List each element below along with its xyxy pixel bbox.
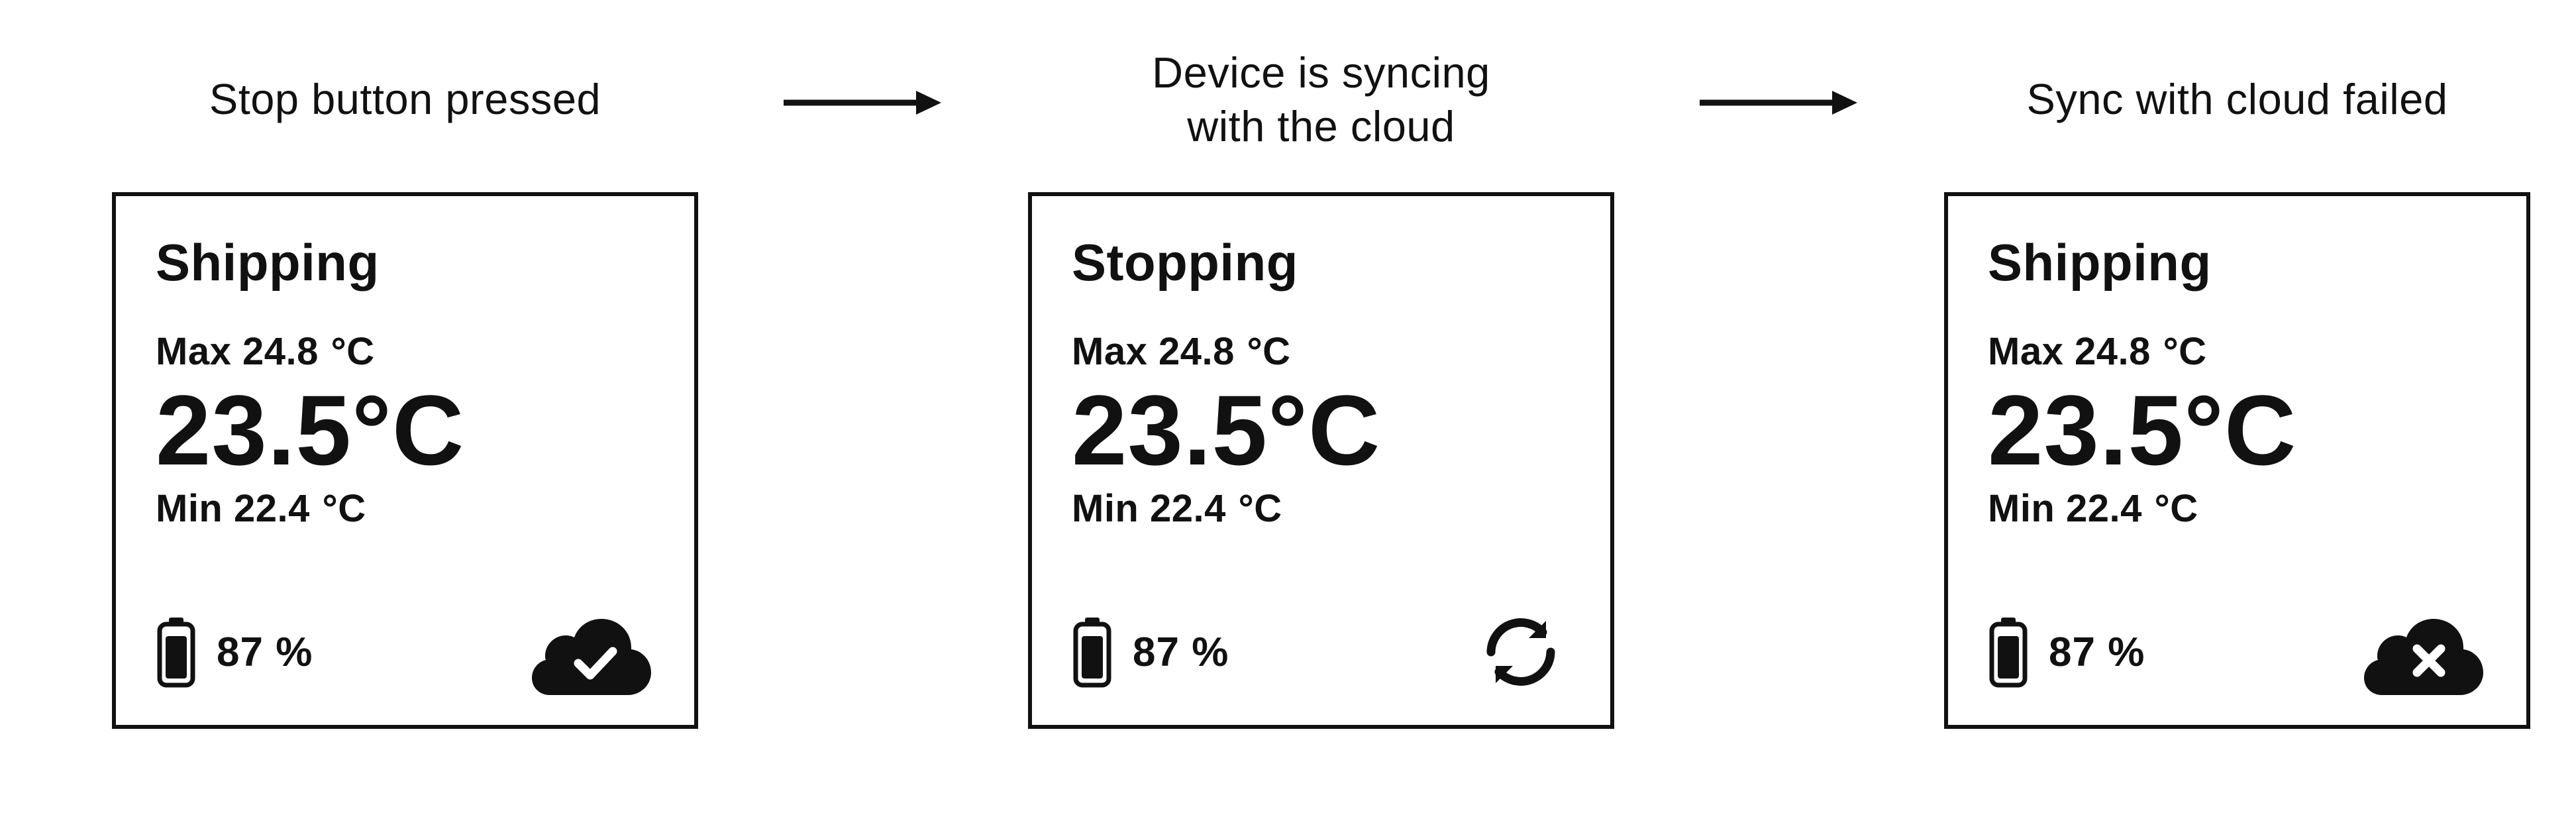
unit: °C: [2163, 330, 2206, 373]
cloud-ok-icon: [532, 609, 654, 695]
temperature-block: Max 24.8 °C 23.5°C Min 22.4 °C: [1988, 329, 2487, 531]
step-3: Sync with cloud failed Shipping Max 24.8…: [1892, 40, 2576, 729]
max-temp-line: Max 24.8 °C: [1988, 329, 2487, 374]
cloud-fail-icon: [2364, 609, 2487, 695]
min-label: Min: [1072, 487, 1139, 530]
unit: °C: [2184, 374, 2296, 486]
min-value: 22.4: [234, 487, 310, 530]
battery-icon: [156, 616, 197, 688]
footer-row: 87 %: [1072, 596, 1571, 695]
min-temp-line: Min 22.4 °C: [1072, 486, 1571, 531]
unit: °C: [1268, 374, 1380, 486]
status-text: Stopping: [1072, 233, 1571, 293]
main-temp: 23.5°C: [1988, 380, 2487, 480]
max-value: 24.8: [2075, 330, 2151, 373]
max-label: Max: [1072, 330, 1147, 373]
temperature-block: Max 24.8 °C 23.5°C Min 22.4 °C: [1072, 329, 1571, 531]
max-label: Max: [1988, 330, 2063, 373]
sync-icon: [1471, 609, 1571, 695]
arrow-2: [1667, 40, 1892, 123]
battery-percent: 87 %: [2049, 629, 2145, 676]
unit: °C: [331, 330, 374, 373]
battery-group: 87 %: [1072, 616, 1229, 688]
status-text: Shipping: [156, 233, 654, 293]
min-value: 22.4: [2066, 487, 2142, 530]
device-screen-1: Shipping Max 24.8 °C 23.5°C Min 22.4 °C: [112, 192, 698, 729]
max-temp-line: Max 24.8 °C: [156, 329, 654, 374]
unit: °C: [1239, 487, 1282, 530]
arrow-1: [750, 40, 976, 123]
arrow-right-icon: [777, 83, 949, 123]
temperature-block: Max 24.8 °C 23.5°C Min 22.4 °C: [156, 329, 654, 531]
unit: °C: [2155, 487, 2198, 530]
device-screen-3: Shipping Max 24.8 °C 23.5°C Min 22.4 °C: [1944, 192, 2530, 729]
max-label: Max: [156, 330, 231, 373]
max-value: 24.8: [1159, 330, 1235, 373]
min-label: Min: [1988, 487, 2055, 530]
max-value: 24.8: [242, 330, 319, 373]
main-temp: 23.5°C: [1072, 380, 1571, 480]
unit: °C: [1247, 330, 1290, 373]
battery-group: 87 %: [156, 616, 313, 688]
main-temp-value: 23.5: [156, 374, 352, 486]
min-label: Min: [156, 487, 223, 530]
diagram-stage: Stop button pressed Shipping Max 24.8 °C…: [0, 0, 2576, 813]
unit: °C: [323, 487, 366, 530]
battery-percent: 87 %: [1133, 629, 1229, 676]
min-temp-line: Min 22.4 °C: [156, 486, 654, 531]
footer-row: 87 %: [156, 596, 654, 695]
arrow-right-icon: [1693, 83, 1865, 123]
step-1-label: Stop button pressed: [209, 40, 601, 159]
step-2: Device is syncing with the cloud Stoppin…: [976, 40, 1667, 729]
max-temp-line: Max 24.8 °C: [1072, 329, 1571, 374]
main-temp-value: 23.5: [1072, 374, 1268, 486]
device-screen-2: Stopping Max 24.8 °C 23.5°C Min 22.4 °C: [1028, 192, 1614, 729]
unit: °C: [352, 374, 464, 486]
battery-group: 87 %: [1988, 616, 2145, 688]
footer-row: 87 %: [1988, 596, 2487, 695]
min-value: 22.4: [1150, 487, 1226, 530]
battery-icon: [1988, 616, 2029, 688]
min-temp-line: Min 22.4 °C: [1988, 486, 2487, 531]
step-3-label: Sync with cloud failed: [2026, 40, 2447, 159]
step-1: Stop button pressed Shipping Max 24.8 °C…: [60, 40, 750, 729]
main-temp: 23.5°C: [156, 380, 654, 480]
step-2-label: Device is syncing with the cloud: [1152, 40, 1490, 159]
main-temp-value: 23.5: [1988, 374, 2184, 486]
battery-percent: 87 %: [217, 629, 313, 676]
battery-icon: [1072, 616, 1113, 688]
status-text: Shipping: [1988, 233, 2487, 293]
